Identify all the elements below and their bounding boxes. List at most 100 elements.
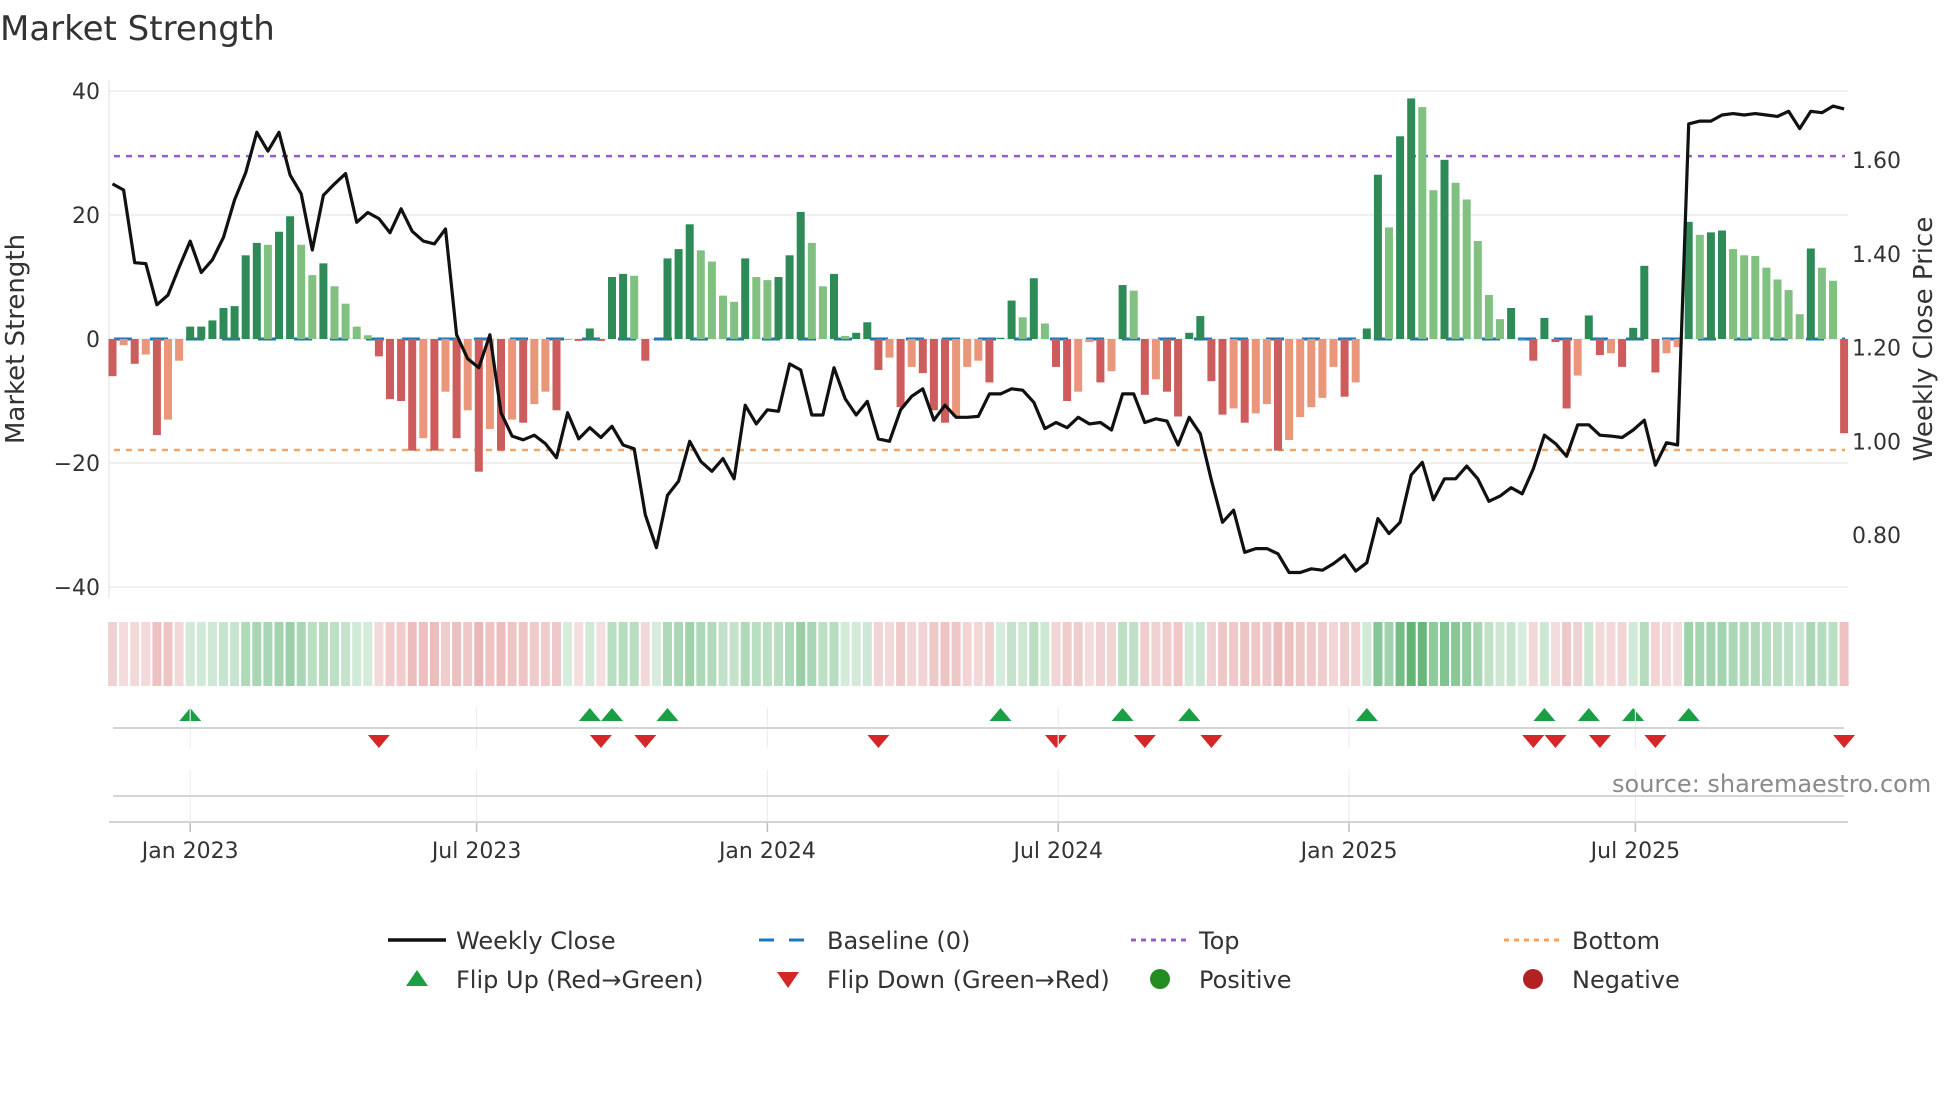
bar-negative: [1174, 339, 1183, 417]
bar-negative: [1274, 339, 1282, 451]
heat-cell-positive: [629, 622, 639, 686]
bar-positive: [563, 339, 572, 340]
bar-negative: [929, 339, 938, 411]
heat-cell-positive: [785, 622, 795, 686]
heat-cell-negative: [1551, 622, 1560, 686]
bar-negative: [1229, 339, 1238, 409]
heat-cell-negative: [474, 622, 484, 686]
bar-positive: [1829, 280, 1837, 339]
bar-positive: [1540, 317, 1549, 339]
legend-label: Flip Up (Red→Green): [456, 966, 704, 994]
bar-positive: [585, 328, 594, 339]
heat-cell-positive: [807, 622, 817, 686]
bar-positive: [1007, 300, 1016, 339]
legend: Weekly Close Baseline (0) Top Bottom Flip Up…: [388, 927, 1680, 994]
heat-cell-negative: [418, 622, 428, 686]
bar-positive: [1462, 199, 1471, 339]
flip-down-icon: [1644, 735, 1667, 748]
heat-cell-positive: [740, 622, 750, 686]
bar-positive: [1484, 294, 1493, 339]
heat-cell-positive: [196, 622, 206, 686]
heat-cell-positive: [818, 622, 828, 686]
heat-cell-negative: [1528, 622, 1538, 686]
flip-up-icon: [1577, 708, 1600, 721]
heat-cell-positive: [696, 622, 706, 686]
bar-positive: [1373, 174, 1382, 339]
heat-cell-positive: [341, 622, 351, 686]
heat-cell-negative: [1650, 622, 1660, 686]
heat-cell-positive: [1717, 622, 1727, 686]
bar-positive: [319, 263, 328, 339]
bar-positive: [197, 326, 206, 339]
heat-cell-negative: [1084, 622, 1094, 686]
triangle-up-icon: [406, 970, 428, 986]
bar-negative: [1340, 339, 1349, 397]
bar-negative: [1074, 339, 1083, 392]
bar-positive: [807, 242, 816, 339]
bar-positive: [752, 277, 761, 339]
heat-cell-positive: [1462, 622, 1472, 686]
heat-cell-positive: [862, 622, 872, 686]
bar-positive: [1629, 327, 1638, 339]
flip-down-icon: [589, 735, 612, 748]
bar-negative: [452, 339, 461, 439]
heat-cell-positive: [1451, 622, 1461, 686]
heat-cell-positive: [685, 622, 695, 686]
bar-positive: [230, 306, 239, 339]
heat-cell-negative: [141, 622, 151, 686]
flip-down-icon: [1522, 735, 1545, 748]
heat-cell-positive: [1639, 622, 1649, 686]
bar-negative: [541, 339, 550, 392]
heat-cell-negative: [374, 622, 384, 686]
heat-cell-negative: [1162, 622, 1172, 686]
heat-cell-positive: [1417, 622, 1427, 686]
bar-negative: [1151, 339, 1160, 380]
heat-cell-negative: [119, 622, 129, 686]
chart-title: Market Strength: [0, 9, 275, 49]
heat-cell-positive: [840, 622, 850, 686]
legend-label: Weekly Close: [456, 927, 616, 955]
bar-positive: [630, 275, 639, 339]
heat-cell-positive: [1750, 622, 1760, 686]
heat-cell-positive: [1628, 622, 1638, 686]
heat-cell-positive: [1362, 622, 1372, 686]
bar-positive: [652, 339, 661, 340]
bar-positive: [1640, 265, 1649, 339]
legend-item: Flip Up (Red→Green): [406, 966, 704, 994]
flip-down-icon: [1200, 735, 1223, 748]
flip-up-icon: [601, 708, 623, 721]
heat-cell-negative: [385, 622, 395, 686]
bar-positive: [774, 277, 783, 339]
bar-positive: [1451, 182, 1460, 339]
heat-cell-positive: [851, 622, 861, 686]
heat-cell-positive: [1018, 622, 1028, 686]
heat-cell-negative: [1317, 622, 1327, 686]
heat-cell-positive: [585, 622, 595, 686]
flip-up-icon: [656, 708, 679, 721]
heat-cell-negative: [1606, 622, 1616, 686]
bar-positive: [1729, 249, 1738, 339]
y-tick-label: 40: [72, 80, 100, 105]
bar-negative: [1573, 339, 1582, 376]
bar-negative: [1551, 339, 1560, 343]
heat-cell-positive: [1406, 622, 1416, 686]
heat-cell-positive: [1584, 622, 1594, 686]
bar-positive: [1407, 98, 1416, 339]
bar-negative: [952, 339, 961, 417]
heat-cell-negative: [529, 622, 539, 686]
heat-cell-positive: [1395, 622, 1405, 686]
heat-cell-positive: [330, 622, 339, 686]
heat-cell-negative: [929, 622, 939, 686]
heat-cell-positive: [1040, 622, 1050, 686]
bar-negative: [1607, 339, 1615, 354]
flip-up-icon: [989, 708, 1012, 721]
heat-cell-positive: [1129, 622, 1139, 686]
bar-negative: [152, 339, 161, 436]
heat-cell-positive: [729, 622, 739, 686]
bar-negative: [430, 339, 439, 451]
heat-cell-positive: [1195, 622, 1205, 686]
heat-cell-positive: [1484, 622, 1494, 686]
flip-down-icon: [867, 735, 890, 748]
legend-label: Top: [1198, 927, 1240, 955]
heat-cell-negative: [518, 622, 528, 686]
